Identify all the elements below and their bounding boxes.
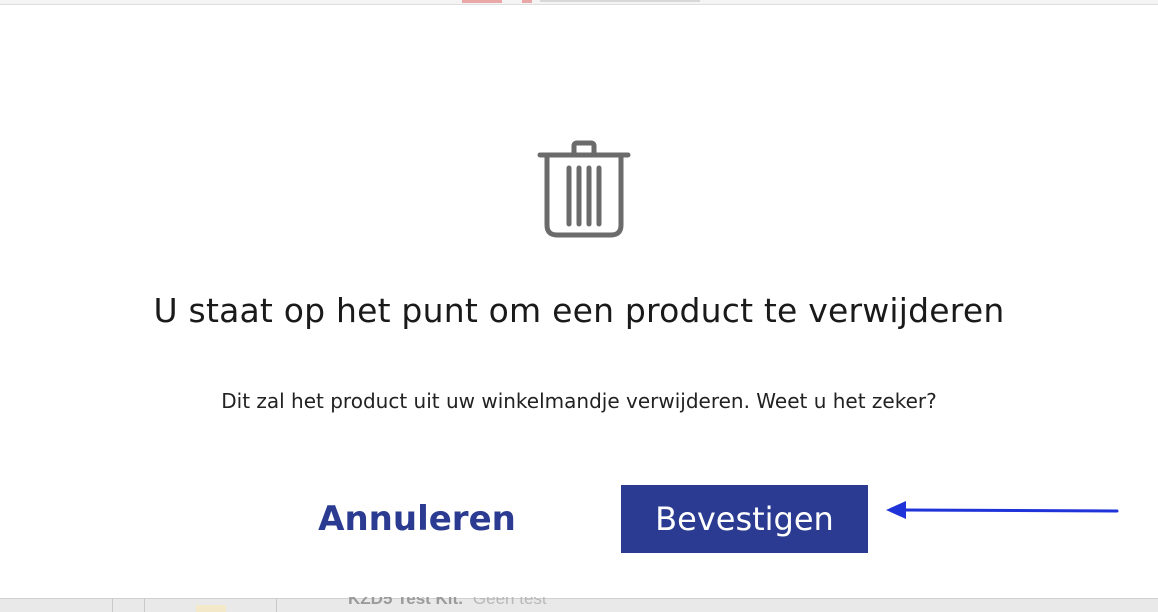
background-table-row [0, 598, 1158, 612]
cancel-button[interactable]: Annuleren [316, 485, 518, 553]
page: KZD5 Test Kit. Geen test U staat op het p… [0, 0, 1158, 612]
dialog-message: Dit zal het product uit uw winkelmandje … [221, 389, 937, 413]
background-column-divider [276, 599, 277, 612]
background-column-divider [112, 599, 113, 612]
background-header-text [540, 0, 700, 2]
background-product-thumbnail [196, 605, 226, 612]
trash-icon [537, 140, 631, 238]
arrow-left-icon [886, 501, 1119, 519]
background-logo-mark-small [522, 0, 532, 3]
confirm-button[interactable]: Bevestigen [621, 485, 868, 553]
background-column-divider [144, 599, 145, 612]
background-logo-mark [462, 0, 502, 3]
dialog-title: U staat op het punt om een product te ve… [153, 291, 1005, 330]
